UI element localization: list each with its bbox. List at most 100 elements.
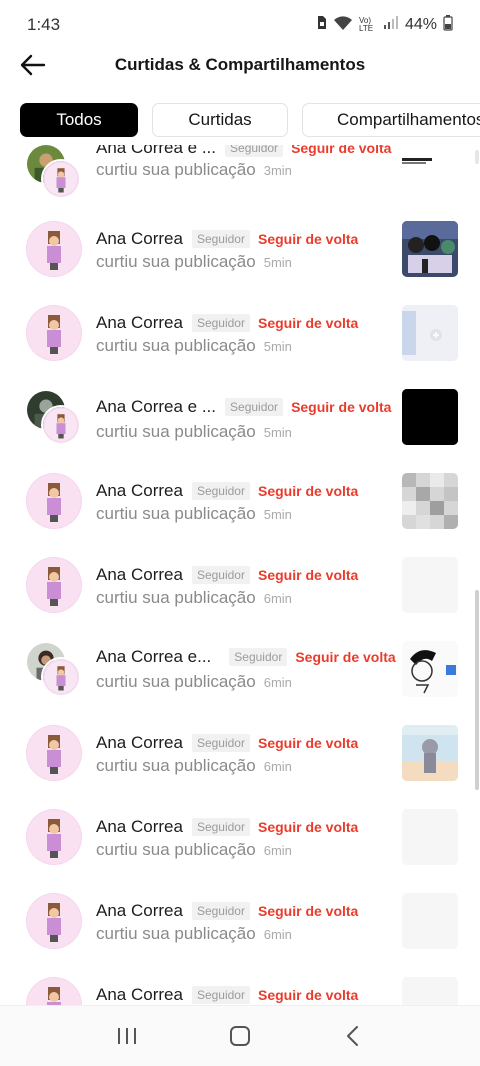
notification-list[interactable]: Ana Correa e ... Seguidor Seguir de volt…	[0, 145, 480, 1005]
battery-icon	[443, 14, 453, 36]
user-name[interactable]: Ana Correa	[96, 481, 183, 501]
post-thumbnail[interactable]	[402, 557, 458, 613]
timestamp: 5min	[263, 507, 292, 522]
list-item[interactable]: Ana Correa e ... Seguidor Seguir de volt…	[0, 387, 480, 471]
arrow-left-icon[interactable]	[18, 50, 48, 80]
notification-text: curtiu sua publicação	[96, 924, 256, 943]
avatar[interactable]	[26, 809, 82, 865]
follow-back-button[interactable]: Seguir de volta	[258, 231, 358, 247]
list-item[interactable]: Ana Correa Seguidor Seguir de volta curt…	[0, 303, 480, 387]
network-label: Vo) LTE	[358, 16, 374, 33]
avatar	[41, 159, 81, 199]
avatar[interactable]	[26, 305, 82, 361]
avatar-group[interactable]	[27, 145, 87, 205]
follower-badge: Seguidor	[191, 566, 250, 584]
user-name[interactable]: Ana Correa e ...	[96, 145, 216, 158]
list-item[interactable]: Ana Correa e ... Seguidor Seguir de volt…	[0, 145, 480, 219]
notification-text: curtiu sua publicação	[96, 672, 256, 691]
follower-badge: Seguidor	[191, 818, 250, 836]
post-thumbnail[interactable]	[402, 809, 458, 865]
tab-compartilhamentos[interactable]: Compartilhamentos	[302, 103, 480, 137]
follow-back-button[interactable]: Seguir de volta	[258, 567, 358, 583]
follow-back-button[interactable]: Seguir de volta	[291, 399, 391, 415]
user-name[interactable]: Ana Correa	[96, 901, 183, 921]
recent-apps-icon[interactable]	[107, 1016, 147, 1056]
system-nav-bar	[0, 1005, 480, 1066]
timestamp: 3min	[263, 163, 292, 178]
follow-back-button[interactable]: Seguir de volta	[258, 819, 358, 835]
list-item[interactable]: Ana Correa Seguidor Seguir de volta curt…	[0, 471, 480, 555]
timestamp: 5min	[263, 339, 292, 354]
notification-text: curtiu sua publicação	[96, 336, 256, 355]
avatar[interactable]	[26, 473, 82, 529]
follower-badge: Seguidor	[191, 734, 250, 752]
status-icons: Vo) LTE 44%	[316, 14, 453, 36]
timestamp: 5min	[263, 425, 292, 440]
back-nav-icon[interactable]	[333, 1016, 373, 1056]
avatar-group[interactable]	[27, 391, 87, 451]
user-name[interactable]: Ana Correa e ...	[96, 397, 216, 417]
user-name[interactable]: Ana Correa	[96, 985, 183, 1005]
user-name[interactable]: Ana Correa	[96, 229, 183, 249]
post-thumbnail[interactable]	[402, 641, 458, 697]
timestamp: 6min	[263, 843, 292, 858]
post-thumbnail[interactable]	[402, 473, 458, 529]
post-thumbnail[interactable]	[402, 893, 458, 949]
list-item[interactable]: Ana Correa Seguidor Seguir de volta curt…	[0, 723, 480, 807]
timestamp: 6min	[263, 591, 292, 606]
follower-badge: Seguidor	[191, 482, 250, 500]
list-item[interactable]: Ana Correa e... Seguidor Seguir de volta…	[0, 639, 480, 723]
user-name[interactable]: Ana Correa	[96, 313, 183, 333]
avatar-group[interactable]	[27, 643, 87, 703]
follower-badge: Seguidor	[225, 145, 284, 157]
tab-curtidas[interactable]: Curtidas	[152, 103, 288, 137]
tab-todos[interactable]: Todos	[20, 103, 138, 137]
page-title: Curtidas & Compartilhamentos	[114, 55, 366, 74]
timestamp: 5min	[263, 255, 292, 270]
post-thumbnail[interactable]	[402, 305, 458, 361]
post-thumbnail[interactable]	[402, 389, 458, 445]
list-item[interactable]: Ana Correa Seguidor Seguir de volta	[0, 975, 480, 1005]
notification-text: curtiu sua publicação	[96, 422, 256, 441]
follow-back-button[interactable]: Seguir de volta	[258, 735, 358, 751]
scrollbar[interactable]	[475, 590, 479, 790]
user-name[interactable]: Ana Correa	[96, 817, 183, 837]
follower-badge: Seguidor	[191, 902, 250, 920]
post-thumbnail[interactable]	[402, 977, 458, 1005]
notification-text: curtiu sua publicação	[96, 840, 256, 859]
avatar[interactable]	[26, 221, 82, 277]
notification-text: curtiu sua publicação	[96, 588, 256, 607]
follower-badge: Seguidor	[225, 398, 284, 416]
post-thumbnail[interactable]	[402, 725, 458, 781]
header: Curtidas & Compartilhamentos	[0, 42, 480, 88]
filter-tabs: Todos Curtidas Compartilhamentos	[0, 102, 480, 138]
user-name[interactable]: Ana Correa	[96, 733, 183, 753]
timestamp: 6min	[263, 927, 292, 942]
avatar[interactable]	[26, 893, 82, 949]
notification-text: curtiu sua publicação	[96, 756, 256, 775]
notification-text: curtiu sua publicação	[96, 160, 256, 179]
user-name[interactable]: Ana Correa	[96, 565, 183, 585]
list-item[interactable]: Ana Correa Seguidor Seguir de volta curt…	[0, 219, 480, 303]
follow-back-button[interactable]: Seguir de volta	[291, 145, 391, 156]
follow-back-button[interactable]: Seguir de volta	[258, 315, 358, 331]
user-name[interactable]: Ana Correa e...	[96, 647, 211, 667]
list-item[interactable]: Ana Correa Seguidor Seguir de volta curt…	[0, 891, 480, 975]
avatar[interactable]	[26, 557, 82, 613]
follow-back-button[interactable]: Seguir de volta	[258, 903, 358, 919]
follow-back-button[interactable]: Seguir de volta	[258, 987, 358, 1003]
avatar	[41, 657, 81, 697]
home-icon[interactable]	[220, 1016, 260, 1056]
follower-badge: Seguidor	[229, 648, 288, 666]
wifi-icon	[333, 15, 353, 36]
avatar[interactable]	[26, 977, 82, 1005]
list-item[interactable]: Ana Correa Seguidor Seguir de volta curt…	[0, 555, 480, 639]
avatar[interactable]	[26, 725, 82, 781]
list-item[interactable]: Ana Correa Seguidor Seguir de volta curt…	[0, 807, 480, 891]
scrollbar-track-top	[475, 150, 479, 164]
follow-back-button[interactable]: Seguir de volta	[258, 483, 358, 499]
follow-back-button[interactable]: Seguir de volta	[295, 649, 395, 665]
status-time: 1:43	[27, 15, 61, 34]
post-thumbnail[interactable]	[402, 145, 458, 177]
post-thumbnail[interactable]	[402, 221, 458, 277]
